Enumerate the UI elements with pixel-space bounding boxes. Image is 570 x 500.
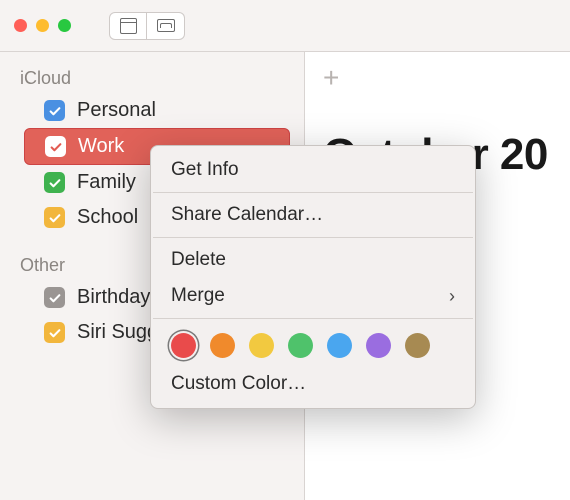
menu-custom-color[interactable]: Custom Color… bbox=[151, 366, 475, 402]
calendars-toggle-button[interactable] bbox=[109, 12, 147, 40]
calendar-checkbox[interactable] bbox=[45, 136, 66, 157]
inbox-button[interactable] bbox=[147, 12, 185, 40]
context-menu: Get Info Share Calendar… Delete Merge › C… bbox=[150, 145, 476, 409]
menu-get-info[interactable]: Get Info bbox=[151, 152, 475, 188]
calendar-list-item[interactable]: Personal bbox=[0, 93, 304, 128]
menu-merge-label: Merge bbox=[171, 285, 225, 307]
menu-separator bbox=[153, 237, 473, 238]
color-swatch-row bbox=[151, 323, 475, 366]
menu-separator bbox=[153, 192, 473, 193]
calendar-checkbox[interactable] bbox=[44, 207, 65, 228]
color-swatch[interactable] bbox=[171, 333, 196, 358]
menu-share-calendar[interactable]: Share Calendar… bbox=[151, 197, 475, 233]
color-swatch[interactable] bbox=[405, 333, 430, 358]
color-swatch[interactable] bbox=[327, 333, 352, 358]
calendar-item-label: Birthdays bbox=[77, 286, 160, 309]
window-controls bbox=[14, 19, 71, 32]
calendar-item-label: Work bbox=[78, 135, 124, 158]
menu-delete[interactable]: Delete bbox=[151, 242, 475, 278]
inbox-icon bbox=[157, 19, 175, 32]
calendar-item-label: Family bbox=[77, 171, 136, 194]
menu-delete-label: Delete bbox=[171, 249, 226, 271]
menu-merge[interactable]: Merge › bbox=[151, 278, 475, 314]
check-icon bbox=[49, 140, 63, 154]
calendar-checkbox[interactable] bbox=[44, 322, 65, 343]
color-swatch[interactable] bbox=[249, 333, 274, 358]
main-toolbar: + bbox=[305, 52, 570, 104]
check-icon bbox=[48, 176, 62, 190]
minimize-window-button[interactable] bbox=[36, 19, 49, 32]
toolbar-view-group bbox=[109, 12, 185, 40]
calendar-window: iCloudPersonalWorkFamilySchoolOtherBirth… bbox=[0, 0, 570, 500]
titlebar bbox=[0, 0, 570, 52]
add-event-button[interactable]: + bbox=[323, 62, 339, 94]
sidebar-section-header: iCloud bbox=[0, 62, 304, 93]
color-swatch[interactable] bbox=[366, 333, 391, 358]
menu-share-label: Share Calendar… bbox=[171, 204, 323, 226]
color-swatch[interactable] bbox=[288, 333, 313, 358]
zoom-window-button[interactable] bbox=[58, 19, 71, 32]
calendar-item-label: School bbox=[77, 206, 138, 229]
close-window-button[interactable] bbox=[14, 19, 27, 32]
calendar-checkbox[interactable] bbox=[44, 172, 65, 193]
calendar-checkbox[interactable] bbox=[44, 100, 65, 121]
color-swatch[interactable] bbox=[210, 333, 235, 358]
check-icon bbox=[48, 211, 62, 225]
menu-custom-color-label: Custom Color… bbox=[171, 373, 306, 395]
menu-get-info-label: Get Info bbox=[171, 159, 239, 181]
check-icon bbox=[48, 326, 62, 340]
calendar-icon bbox=[120, 18, 137, 34]
chevron-right-icon: › bbox=[449, 286, 455, 307]
check-icon bbox=[48, 291, 62, 305]
check-icon bbox=[48, 104, 62, 118]
menu-separator bbox=[153, 318, 473, 319]
calendar-item-label: Personal bbox=[77, 99, 156, 122]
calendar-checkbox[interactable] bbox=[44, 287, 65, 308]
